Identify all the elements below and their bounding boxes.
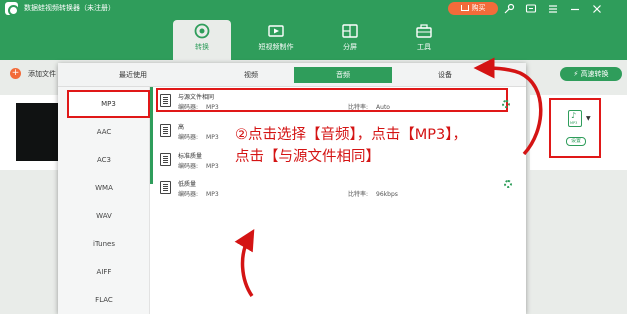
feedback-icon[interactable] bbox=[525, 3, 537, 15]
format-item-aac[interactable]: AAC bbox=[58, 118, 150, 146]
audio-file-icon: ♪ MP3 bbox=[568, 110, 582, 127]
menu-icon[interactable] bbox=[547, 3, 559, 15]
main-nav: 转换 短视频制作 分屏 工具 bbox=[0, 18, 627, 60]
format-item-mp3[interactable]: MP3 bbox=[67, 90, 150, 118]
format-item-aiff[interactable]: AIFF bbox=[58, 258, 150, 286]
minimize-icon[interactable] bbox=[569, 3, 581, 15]
buy-label: 购买 bbox=[471, 4, 486, 12]
preset-bitrate: 比特率: Auto bbox=[348, 104, 390, 111]
app-window: { "window": { "title": "数据蛙视频转换器（未注册）", … bbox=[0, 0, 627, 314]
preset-encoder: 编码器: MP3 bbox=[178, 134, 219, 141]
tab-split-screen[interactable]: 分屏 bbox=[321, 20, 379, 60]
chevron-down-icon[interactable]: ▼ bbox=[586, 115, 591, 122]
add-file-label[interactable]: 添加文件 bbox=[28, 69, 56, 79]
speed-convert-button[interactable]: ⚡ 高速转换 bbox=[560, 67, 622, 81]
tab-toolbox-label: 工具 bbox=[417, 43, 431, 51]
video-thumbnail[interactable] bbox=[16, 103, 58, 161]
settings-button[interactable]: 设置 bbox=[566, 137, 586, 146]
annotation-line-1: ②点击选择【音频】，点击【MP3】， bbox=[235, 127, 467, 143]
split-screen-icon bbox=[342, 24, 358, 38]
preset-row-low[interactable]: 低质量 编码器: MP3 比特率: 96kbps bbox=[158, 177, 512, 201]
preset-name: 与源文件相同 bbox=[178, 94, 215, 101]
preset-name: 低质量 bbox=[178, 181, 197, 188]
key-icon[interactable] bbox=[503, 3, 515, 15]
gear-icon[interactable] bbox=[504, 180, 512, 188]
preset-row-same-as-source[interactable]: 与源文件相同 编码器: MP3 比特率: Auto bbox=[156, 88, 510, 112]
annotation-line-2: 点击【与源文件相同】 bbox=[235, 149, 380, 165]
preset-file-icon bbox=[160, 153, 171, 166]
category-tabs: 最近使用 视频 音频 设备 bbox=[58, 63, 526, 87]
preset-encoder: 编码器: MP3 bbox=[178, 104, 219, 111]
tutorial-annotation: ②点击选择【音频】，点击【MP3】， 点击【与源文件相同】 bbox=[235, 124, 467, 168]
tab-convert[interactable]: 转换 bbox=[173, 20, 231, 60]
tab-audio[interactable]: 音频 bbox=[294, 67, 392, 83]
title-bar: 数据蛙视频转换器（未注册） 购买 bbox=[0, 0, 627, 18]
tab-recent[interactable]: 最近使用 bbox=[58, 67, 208, 83]
format-item-wav[interactable]: WAV bbox=[58, 202, 150, 230]
format-dropdown: 最近使用 视频 音频 设备 MP3 AAC AC3 WMA WAV iTunes… bbox=[58, 63, 526, 314]
preset-file-icon bbox=[160, 94, 171, 107]
format-item-flac[interactable]: FLAC bbox=[58, 286, 150, 314]
close-icon[interactable] bbox=[591, 3, 603, 15]
preset-file-icon bbox=[160, 124, 171, 137]
format-item-wma[interactable]: WMA bbox=[58, 174, 150, 202]
tab-device[interactable]: 设备 bbox=[392, 67, 498, 83]
tab-video-maker-label: 短视频制作 bbox=[258, 43, 294, 51]
format-item-ac3[interactable]: AC3 bbox=[58, 146, 150, 174]
convert-icon bbox=[194, 23, 210, 39]
format-item-itunes[interactable]: iTunes bbox=[58, 230, 150, 258]
preset-encoder: 编码器: MP3 bbox=[178, 191, 219, 198]
preset-encoder: 编码器: MP3 bbox=[178, 163, 219, 170]
tab-toolbox[interactable]: 工具 bbox=[395, 20, 453, 60]
tab-split-screen-label: 分屏 bbox=[343, 43, 357, 51]
toolbox-icon bbox=[416, 24, 432, 38]
app-title: 数据蛙视频转换器（未注册） bbox=[24, 4, 115, 12]
app-logo-icon bbox=[5, 2, 19, 16]
video-maker-icon bbox=[268, 25, 284, 37]
preset-name: 高 bbox=[178, 124, 185, 131]
format-list-scrollbar[interactable] bbox=[150, 87, 153, 184]
cart-icon bbox=[460, 5, 469, 11]
speed-convert-label: 高速转换 bbox=[580, 70, 609, 78]
output-format-selector[interactable]: ♪ MP3 ▼ 设置 bbox=[549, 98, 601, 158]
format-list: MP3 AAC AC3 WMA WAV iTunes AIFF FLAC bbox=[58, 87, 150, 314]
preset-bitrate: 比特率: 96kbps bbox=[348, 191, 398, 198]
tab-video[interactable]: 视频 bbox=[208, 67, 294, 83]
tab-convert-label: 转换 bbox=[195, 43, 209, 51]
preset-name: 标准质量 bbox=[178, 153, 203, 160]
buy-button[interactable]: 购买 bbox=[448, 2, 498, 15]
preset-file-icon bbox=[160, 181, 171, 194]
output-format-ext: MP3 bbox=[570, 121, 578, 125]
tab-video-maker[interactable]: 短视频制作 bbox=[247, 20, 305, 60]
gear-icon[interactable] bbox=[502, 100, 510, 108]
add-file-icon[interactable]: + bbox=[10, 68, 21, 79]
